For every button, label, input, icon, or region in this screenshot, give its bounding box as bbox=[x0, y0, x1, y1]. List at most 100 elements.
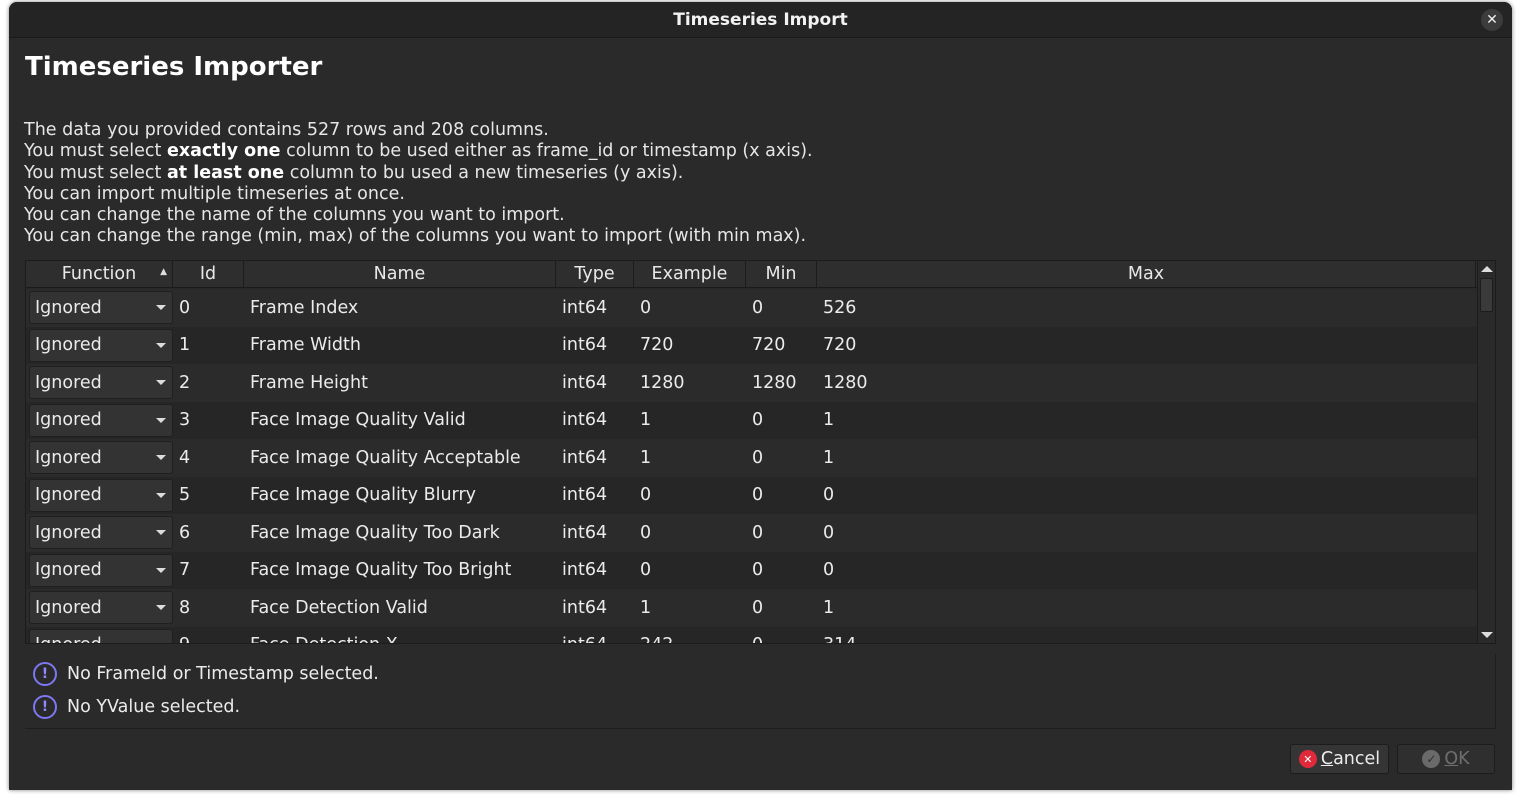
header-max[interactable]: Max bbox=[817, 261, 1476, 287]
cell-name[interactable]: Frame Index bbox=[244, 298, 556, 318]
cell-name[interactable]: Frame Height bbox=[244, 373, 556, 393]
cell-name[interactable]: Face Image Quality Too Dark bbox=[244, 523, 556, 543]
cell-min[interactable]: 0 bbox=[746, 410, 817, 430]
instruction-line: You must select exactly one column to be… bbox=[24, 141, 813, 162]
cell-function: Ignored bbox=[26, 553, 173, 587]
cell-function: Ignored bbox=[26, 591, 173, 625]
table-row[interactable]: Ignored 6 Face Image Quality Too Dark int64… bbox=[26, 514, 1478, 552]
instructions: The data you provided contains 527 rows … bbox=[24, 120, 813, 248]
cell-example: 0 bbox=[640, 297, 652, 318]
cell-name[interactable]: Face Detection X bbox=[244, 635, 556, 643]
cell-min[interactable]: 0 bbox=[746, 598, 817, 618]
cell-max[interactable]: 1 bbox=[817, 448, 1476, 468]
cell-example: 242 bbox=[634, 635, 746, 643]
close-button[interactable]: ✕ bbox=[1481, 9, 1503, 31]
cell-function: Ignored bbox=[26, 403, 173, 437]
function-dropdown-value: Ignored bbox=[35, 485, 102, 506]
function-dropdown[interactable]: Ignored bbox=[29, 516, 173, 550]
cell-min[interactable]: 0 bbox=[746, 448, 817, 468]
table-row[interactable]: Ignored 2 Frame Height int64 1280 1280 1280 bbox=[26, 364, 1478, 402]
cell-min[interactable]: 0 bbox=[746, 485, 817, 505]
cell-example: 1 bbox=[640, 410, 652, 431]
cell-min[interactable]: 720 bbox=[746, 335, 817, 355]
header-name[interactable]: Name bbox=[244, 261, 556, 287]
cell-example: 720 bbox=[640, 335, 674, 356]
cell-min[interactable]: 0 bbox=[746, 635, 817, 643]
cell-max[interactable]: 0 bbox=[817, 485, 1476, 505]
header-example[interactable]: Example bbox=[634, 261, 746, 287]
function-dropdown-value: Ignored bbox=[35, 410, 102, 431]
table-row[interactable]: Ignored 0 Frame Index int64 0 0 526 bbox=[26, 289, 1478, 327]
cell-id: 7 bbox=[179, 560, 191, 581]
cell-min[interactable]: 1280 bbox=[746, 373, 817, 393]
cell-max[interactable]: 1 bbox=[817, 598, 1476, 618]
table-row[interactable]: Ignored 5 Face Image Quality Blurry int64 0 0… bbox=[26, 476, 1478, 514]
validation-panel: ! No FrameId or Timestamp selected. ! No… bbox=[25, 654, 1496, 729]
cell-max[interactable]: 1 bbox=[817, 410, 1476, 430]
table-row[interactable]: Ignored 7 Face Image Quality Too Bright int… bbox=[26, 551, 1478, 589]
table-body: Ignored 0 Frame Index int64 0 0 526 Ignored 1 Fra… bbox=[26, 289, 1478, 643]
cell-min[interactable]: 0 bbox=[746, 523, 817, 543]
function-dropdown[interactable]: Ignored bbox=[29, 591, 173, 625]
cell-name[interactable]: Face Image Quality Valid bbox=[244, 410, 556, 430]
header-function[interactable]: Function ▲ bbox=[26, 261, 173, 287]
scroll-down-icon[interactable] bbox=[1481, 632, 1493, 638]
cell-name[interactable]: Face Image Quality Acceptable bbox=[244, 448, 556, 468]
cell-max[interactable]: 720 bbox=[817, 335, 1476, 355]
cell-name[interactable]: Face Image Quality Blurry bbox=[244, 485, 556, 505]
cell-id: 4 bbox=[179, 447, 191, 468]
cell-max[interactable]: 526 bbox=[817, 298, 1476, 318]
chevron-down-icon bbox=[156, 417, 166, 423]
cell-max[interactable]: 314 bbox=[817, 635, 1476, 643]
cell-example: 0 bbox=[640, 522, 652, 543]
sort-ascending-icon: ▲ bbox=[160, 267, 167, 277]
cell-min[interactable]: 0 bbox=[746, 560, 817, 580]
cell-name[interactable]: Face Detection Valid bbox=[244, 598, 556, 618]
vertical-scrollbar[interactable] bbox=[1477, 261, 1495, 643]
cell-id: 8 bbox=[179, 597, 191, 618]
cell-example: 0 bbox=[640, 560, 652, 581]
cell-function: Ignored bbox=[26, 366, 173, 400]
function-dropdown[interactable]: Ignored bbox=[29, 366, 173, 400]
scroll-up-icon[interactable] bbox=[1481, 266, 1493, 272]
function-dropdown-value: Ignored bbox=[35, 372, 102, 393]
cancel-icon: ✕ bbox=[1298, 750, 1317, 768]
cell-min[interactable]: 0 bbox=[746, 298, 817, 318]
cancel-button[interactable]: ✕ Cancel bbox=[1290, 744, 1389, 774]
cell-id: 6 bbox=[179, 522, 191, 543]
table-row[interactable]: Ignored 1 Frame Width int64 720 720 720 bbox=[26, 326, 1478, 364]
cell-function: Ignored bbox=[26, 516, 173, 550]
cell-example: 1 bbox=[640, 447, 652, 468]
header-id[interactable]: Id bbox=[173, 261, 244, 287]
function-dropdown[interactable]: Ignored bbox=[29, 328, 173, 362]
cell-name[interactable]: Face Image Quality Too Bright bbox=[244, 560, 556, 580]
cell-type: int64 bbox=[562, 335, 608, 356]
cell-type: int64 bbox=[562, 560, 608, 581]
table-row[interactable]: Ignored 8 Face Detection Valid int64 1 0 1 bbox=[26, 589, 1478, 627]
ok-button[interactable]: ✓ OK bbox=[1397, 744, 1495, 774]
chevron-down-icon bbox=[156, 605, 166, 611]
cell-max[interactable]: 1280 bbox=[817, 373, 1476, 393]
warning-icon: ! bbox=[33, 662, 57, 686]
table-row[interactable]: Ignored 9Face Detection Xint642420314 bbox=[26, 626, 1478, 643]
cell-name[interactable]: Frame Width bbox=[244, 335, 556, 355]
function-dropdown[interactable]: Ignored bbox=[29, 291, 173, 325]
scroll-thumb[interactable] bbox=[1480, 278, 1493, 312]
cell-max[interactable]: 0 bbox=[817, 560, 1476, 580]
table-row[interactable]: Ignored 3 Face Image Quality Valid int64 1 0 1 bbox=[26, 401, 1478, 439]
function-dropdown[interactable]: Ignored bbox=[29, 478, 173, 512]
function-dropdown[interactable]: Ignored bbox=[29, 628, 173, 643]
header-min[interactable]: Min bbox=[746, 261, 817, 287]
function-dropdown[interactable]: Ignored bbox=[29, 403, 173, 437]
warning-icon: ! bbox=[33, 695, 57, 719]
chevron-down-icon bbox=[156, 492, 166, 498]
cell-example: 1280 bbox=[640, 372, 685, 393]
page-title: Timeseries Importer bbox=[25, 52, 323, 82]
instruction-line: You can import multiple timeseries at on… bbox=[24, 183, 405, 204]
table-row[interactable]: Ignored 4 Face Image Quality Acceptable int… bbox=[26, 439, 1478, 477]
header-type[interactable]: Type bbox=[556, 261, 634, 287]
function-dropdown[interactable]: Ignored bbox=[29, 553, 173, 587]
function-dropdown[interactable]: Ignored bbox=[29, 441, 173, 475]
instruction-line: You can change the name of the columns y… bbox=[24, 205, 565, 226]
cell-max[interactable]: 0 bbox=[817, 523, 1476, 543]
